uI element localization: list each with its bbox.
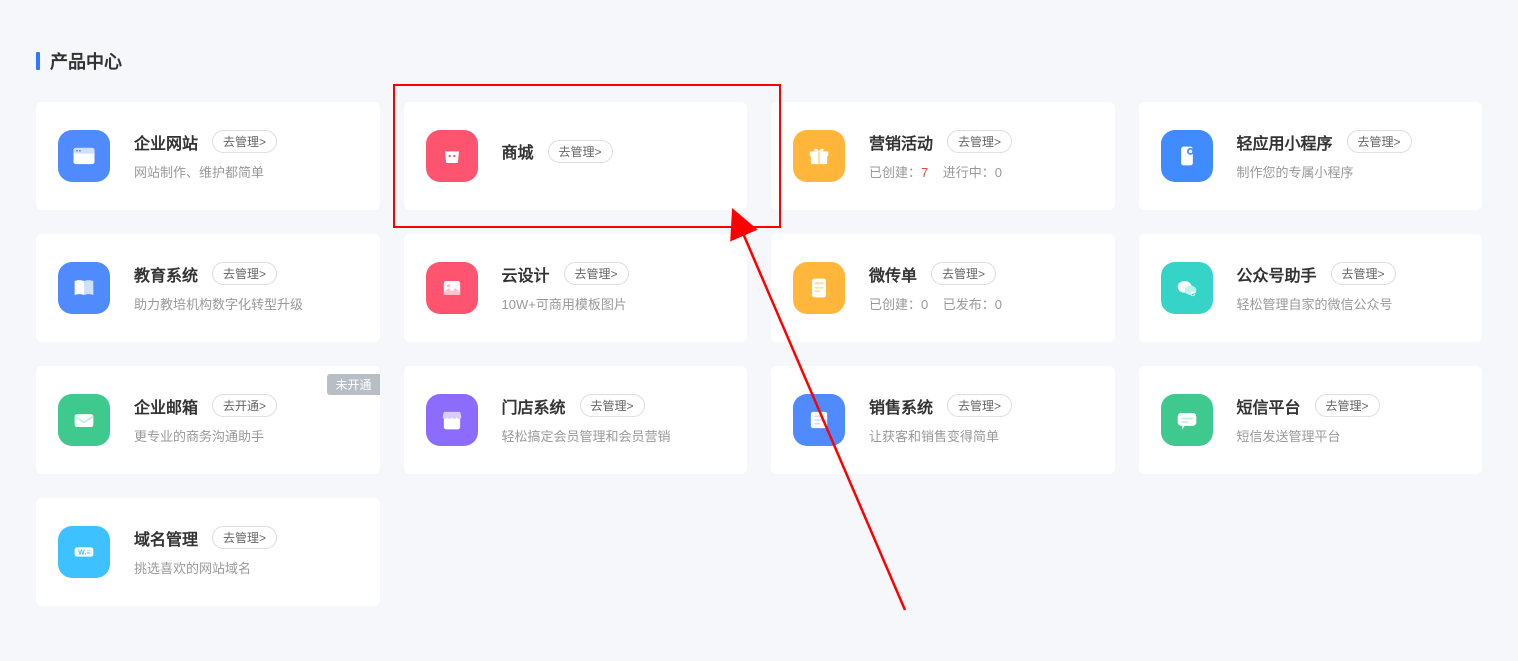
stat-created-value: 7: [921, 165, 928, 180]
card-desc: 10W+可商用模板图片: [502, 296, 726, 314]
manage-button[interactable]: 去管理>: [947, 394, 1012, 417]
card-stats: 已创建：7 进行中：0: [869, 164, 1093, 182]
stat-running-value: 0: [995, 165, 1002, 180]
manage-button[interactable]: 去管理>: [212, 262, 277, 285]
domain-icon: W.≡: [58, 526, 110, 578]
card-title: 门店系统: [502, 394, 566, 418]
card-title: 公众号助手: [1237, 262, 1317, 286]
card-marketing[interactable]: 营销活动 去管理> 已创建：7 进行中：0: [771, 102, 1115, 210]
card-desc: 制作您的专属小程序: [1237, 164, 1461, 182]
manage-button[interactable]: 去管理>: [564, 262, 629, 285]
card-mall[interactable]: 商城 去管理>: [404, 102, 748, 210]
card-desc: 让获客和销售变得简单: [869, 428, 1093, 446]
unactivated-tag: 未开通: [327, 374, 379, 395]
shopping-bag-icon: [426, 130, 478, 182]
wechat-icon: [1161, 262, 1213, 314]
manage-button[interactable]: 去管理>: [1347, 130, 1412, 153]
card-website[interactable]: 企业网站 去管理> 网站制作、维护都简单: [36, 102, 380, 210]
card-domain[interactable]: W.≡ 域名管理 去管理> 挑选喜欢的网站域名: [36, 498, 380, 606]
card-title: 企业网站: [134, 130, 198, 154]
browser-icon: [58, 130, 110, 182]
flyer-icon: [793, 262, 845, 314]
card-miniapp[interactable]: 轻应用小程序 去管理> 制作您的专属小程序: [1139, 102, 1483, 210]
card-mail[interactable]: 未开通 企业邮箱 去开通> 更专业的商务沟通助手: [36, 366, 380, 474]
card-design[interactable]: 云设计 去管理> 10W+可商用模板图片: [404, 234, 748, 342]
card-desc: 轻松搞定会员管理和会员营销: [502, 428, 726, 446]
card-title: 企业邮箱: [134, 394, 198, 418]
svg-text:W.≡: W.≡: [78, 549, 90, 556]
card-title: 微传单: [869, 262, 917, 286]
card-store[interactable]: 门店系统 去管理> 轻松搞定会员管理和会员营销: [404, 366, 748, 474]
card-desc: 短信发送管理平台: [1237, 428, 1461, 446]
manage-button[interactable]: 去管理>: [947, 130, 1012, 153]
store-icon: [426, 394, 478, 446]
card-title: 短信平台: [1237, 394, 1301, 418]
manage-button[interactable]: 去管理>: [548, 140, 613, 163]
section-title: 产品中心: [50, 48, 122, 74]
manage-button[interactable]: 去管理>: [1315, 394, 1380, 417]
card-title: 教育系统: [134, 262, 198, 286]
card-title: 域名管理: [134, 526, 198, 550]
mail-icon: [58, 394, 110, 446]
manage-button[interactable]: 去管理>: [212, 526, 277, 549]
gift-icon: [793, 130, 845, 182]
card-title: 云设计: [502, 262, 550, 286]
card-wechat[interactable]: 公众号助手 去管理> 轻松管理自家的微信公众号: [1139, 234, 1483, 342]
card-desc: 更专业的商务沟通助手: [134, 428, 358, 446]
card-title: 销售系统: [869, 394, 933, 418]
book-icon: [58, 262, 110, 314]
section-title-bar: [36, 52, 40, 70]
card-edu[interactable]: 教育系统 去管理> 助力教培机构数字化转型升级: [36, 234, 380, 342]
card-title: 商城: [502, 139, 534, 163]
stat-created-value: 0: [921, 297, 928, 312]
manage-button[interactable]: 去管理>: [1331, 262, 1396, 285]
stat-label: 已发布：: [943, 297, 995, 312]
manage-button[interactable]: 去管理>: [931, 262, 996, 285]
card-sms[interactable]: 短信平台 去管理> 短信发送管理平台: [1139, 366, 1483, 474]
card-desc: 助力教培机构数字化转型升级: [134, 296, 358, 314]
miniapp-icon: [1161, 130, 1213, 182]
manage-button[interactable]: 去管理>: [212, 130, 277, 153]
stat-label: 进行中：: [943, 165, 995, 180]
section-header: 产品中心: [36, 48, 1482, 74]
stat-published-value: 0: [995, 297, 1002, 312]
card-sales[interactable]: 销售系统 去管理> 让获客和销售变得简单: [771, 366, 1115, 474]
message-icon: [1161, 394, 1213, 446]
card-title: 轻应用小程序: [1237, 130, 1333, 154]
card-flyer[interactable]: 微传单 去管理> 已创建：0 已发布：0: [771, 234, 1115, 342]
product-grid: 企业网站 去管理> 网站制作、维护都简单 商城 去管理>: [36, 102, 1482, 606]
stat-label: 已创建：: [869, 297, 921, 312]
card-title: 营销活动: [869, 130, 933, 154]
card-desc: 轻松管理自家的微信公众号: [1237, 296, 1461, 314]
card-desc: 挑选喜欢的网站域名: [134, 560, 358, 578]
activate-button[interactable]: 去开通>: [212, 394, 277, 417]
image-icon: [426, 262, 478, 314]
card-desc: 网站制作、维护都简单: [134, 164, 358, 182]
manage-button[interactable]: 去管理>: [580, 394, 645, 417]
list-icon: [793, 394, 845, 446]
card-stats: 已创建：0 已发布：0: [869, 296, 1093, 314]
stat-label: 已创建：: [869, 165, 921, 180]
